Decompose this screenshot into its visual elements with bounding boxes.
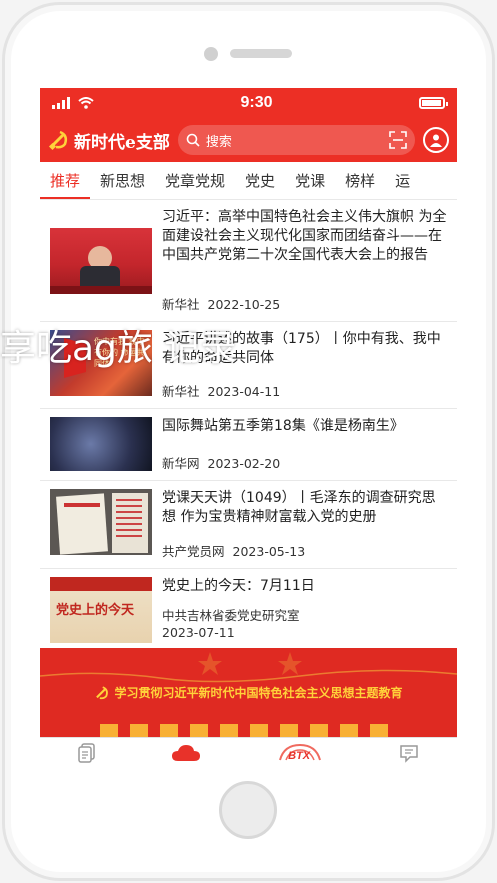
news-thumbnail: 你中有我 我中有你的 命运共同体 [50,330,152,396]
user-avatar-icon[interactable] [423,127,449,153]
app-screen: 9:30 新时代e支部 搜索 推荐 新思想 党章党规 党史 党课 榜样 运 习近… [40,88,457,767]
banner-title: 学习贯彻习近平新时代中国特色社会主义思想主题教育 [114,686,403,700]
brand-logo: 新时代e支部 [48,128,170,153]
news-headline: 党史上的今天：7月11日 [162,578,315,594]
tab-recommend[interactable]: 推荐 [40,170,91,199]
news-headline: 党课天天讲（1049）丨毛泽东的调查研究思想 作为宝贵精神财富载入党的史册 [162,490,436,525]
search-placeholder: 搜索 [205,134,232,150]
news-date: 2023-07-11 [162,625,235,640]
list-item[interactable]: 党课天天讲（1049）丨毛泽东的调查研究思想 作为宝贵精神财富载入党的史册 共产… [40,481,457,569]
search-icon [186,133,200,147]
news-feed: 习近平：高举中国特色社会主义伟大旗帜 为全面建设社会主义现代化国家而团结奋斗——… [40,200,457,649]
app-header: 新时代e支部 搜索 [40,118,457,162]
category-tabs: 推荐 新思想 党章党规 党史 党课 榜样 运 [40,162,457,200]
tab-party-history[interactable]: 党史 [235,170,285,199]
signal-icon [52,97,70,109]
news-date: 2023-05-13 [232,544,306,559]
status-bar: 9:30 [40,88,457,118]
wifi-icon [78,97,94,109]
news-headline: 习近平：高举中国特色社会主义伟大旗帜 为全面建设社会主义现代化国家而团结奋斗——… [162,209,447,263]
bottom-nav: BTX [40,737,457,767]
list-item[interactable]: 你中有我 我中有你的 命运共同体 习近平讲述的故事（175）丨你中有我、我中有你… [40,322,457,409]
tab-more[interactable]: 运 [385,170,420,199]
list-item[interactable]: 国际舞站第五季第18集《谁是杨南生》 新华网 2023-02-20 [40,409,457,481]
thumbnail-caption: 党史上的今天 [56,603,135,618]
news-thumbnail [50,228,152,294]
news-headline: 国际舞站第五季第18集《谁是杨南生》 [162,418,404,434]
news-source: 新华社 [162,384,200,399]
tab-party-lessons[interactable]: 党课 [285,170,335,199]
news-source: 新华社 [162,297,200,312]
status-time: 9:30 [240,94,273,111]
news-date: 2023-04-11 [207,384,281,399]
message-icon[interactable] [399,743,419,763]
home-button[interactable] [219,781,277,839]
news-meta: 共产党员网 2023-05-13 [162,543,447,560]
brand-title: 新时代e支部 [74,132,170,153]
news-meta: 中共吉林省委党史研究室 2023-07-11 [162,607,447,641]
btx-logo[interactable]: BTX [276,742,324,764]
news-date: 2023-02-20 [207,456,281,471]
tab-party-rules[interactable]: 党章党规 [155,170,235,199]
search-bar[interactable]: 搜索 [177,125,415,155]
tab-new-thought[interactable]: 新思想 [90,170,155,199]
news-thumbnail: 党史上的今天 [50,577,152,643]
news-source: 中共吉林省委党史研究室 [162,608,300,623]
scan-icon[interactable] [389,131,407,149]
btx-logo-text: BTX [288,749,311,762]
list-item[interactable]: 习近平：高举中国特色社会主义伟大旗帜 为全面建设社会主义现代化国家而团结奋斗——… [40,200,457,322]
news-source: 新华网 [162,456,200,471]
phone-mockup: 9:30 新时代e支部 搜索 推荐 新思想 党章党规 党史 党课 榜样 运 习近… [0,0,497,883]
document-icon[interactable] [77,742,96,763]
party-emblem-icon [96,685,109,699]
party-emblem-icon [48,130,68,151]
cloud-icon[interactable] [171,743,201,763]
news-headline: 习近平讲述的故事（175）丨你中有我、我中有你的命运共同体 [162,331,441,366]
thumbnail-caption: 你中有我 我中有你的 命运共同体 [94,337,145,368]
battery-icon [419,97,448,109]
list-item[interactable]: 党史上的今天 党史上的今天：7月11日 中共吉林省委党史研究室 2023-07-… [40,569,457,649]
earpiece-speaker [230,49,292,58]
news-thumbnail [50,489,152,555]
tab-role-models[interactable]: 榜样 [335,170,385,199]
news-source: 共产党员网 [162,544,225,559]
news-meta: 新华网 2023-02-20 [162,455,447,472]
news-date: 2022-10-25 [207,297,281,312]
news-thumbnail [50,417,152,471]
promo-banner[interactable]: 学习贯彻习近平新时代中国特色社会主义思想主题教育 [40,648,457,738]
front-camera [204,47,218,61]
news-meta: 新华社 2022-10-25 [162,296,447,313]
news-meta: 新华社 2023-04-11 [162,383,447,400]
